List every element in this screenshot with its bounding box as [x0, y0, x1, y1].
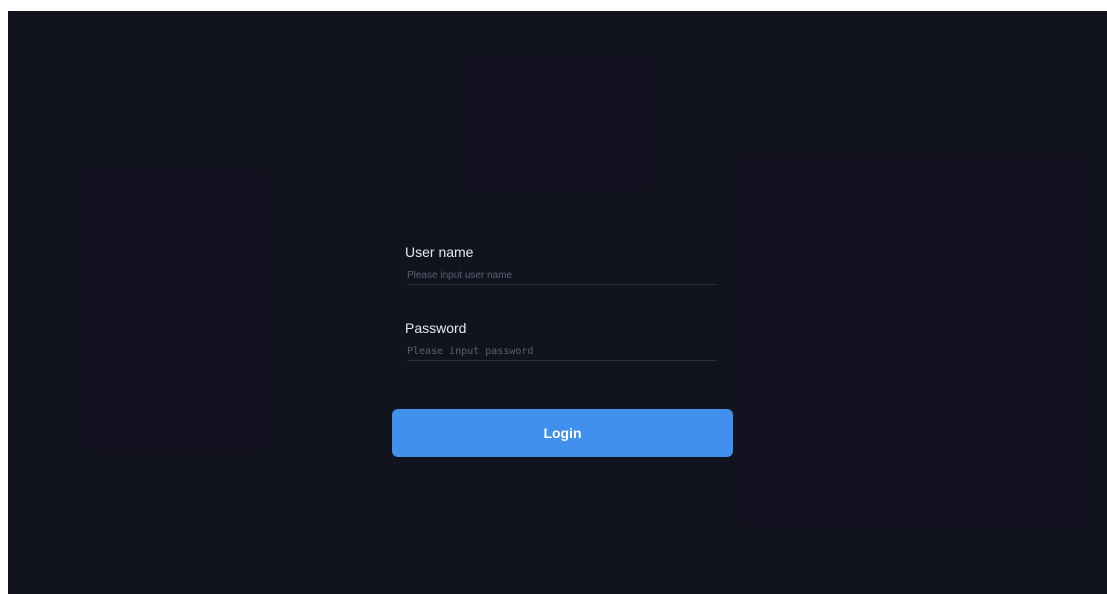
- login-button[interactable]: Login: [392, 409, 733, 457]
- decorative-panel-top: [468, 55, 650, 190]
- login-screen: User name Password Login: [8, 11, 1107, 594]
- username-input[interactable]: [407, 266, 717, 285]
- password-input[interactable]: [407, 342, 717, 361]
- decorative-panel-right: [741, 156, 1089, 526]
- username-label: User name: [405, 244, 474, 260]
- decorative-panel-left: [83, 169, 266, 450]
- password-label: Password: [405, 320, 467, 336]
